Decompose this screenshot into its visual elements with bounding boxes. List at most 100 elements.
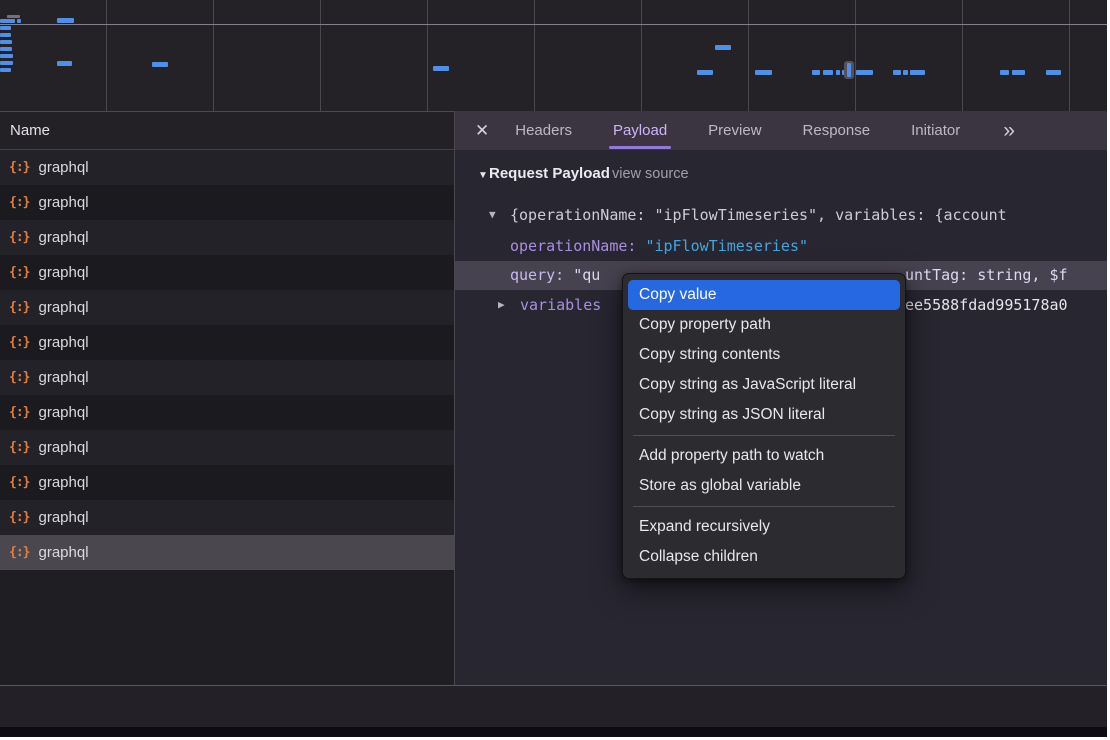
json-braces-icon: {:}	[9, 475, 29, 490]
json-braces-icon: {:}	[9, 335, 29, 350]
request-timing-bar	[0, 26, 11, 30]
expander-down-icon[interactable]: ▼	[489, 203, 496, 227]
menu-item-expand-recursively[interactable]: Expand recursively	[623, 512, 905, 542]
overview-gridline	[534, 0, 535, 111]
request-timing-bar	[1046, 70, 1061, 75]
request-row[interactable]: {:}graphql	[0, 395, 454, 430]
payload-preview-row[interactable]: ▼ {operationName: "ipFlowTimeseries", va…	[455, 203, 1107, 227]
menu-item-add-property-path-to-watch[interactable]: Add property path to watch	[623, 441, 905, 471]
request-timing-bar	[0, 33, 11, 37]
request-timing-bar	[57, 18, 74, 23]
request-timing-bar	[0, 40, 12, 44]
request-name: graphql	[38, 334, 88, 351]
overview-gridline	[855, 0, 856, 111]
request-row[interactable]: {:} graphql	[0, 360, 454, 395]
section-collapse-icon[interactable]: ▼	[478, 170, 488, 181]
json-braces-icon: {:}	[9, 545, 29, 560]
summary-bar	[0, 686, 1107, 727]
network-overview[interactable]	[0, 0, 1107, 111]
overview-gridline	[320, 0, 321, 111]
request-name: graphql	[38, 439, 88, 456]
tab-list: Headers Payload Preview Response Initiator	[515, 111, 1001, 150]
property-value: "ipFlowTimeseries"	[645, 237, 808, 255]
menu-item-copy-property-path[interactable]: Copy property path	[623, 310, 905, 340]
request-timing-bar	[0, 47, 12, 51]
request-timing-bar	[903, 70, 908, 75]
request-row[interactable]: {:} graphql	[0, 150, 454, 185]
property-value-fragment: ee5588fdad995178a0	[905, 293, 1068, 317]
request-name: graphql	[38, 194, 88, 211]
request-timing-bar	[0, 19, 15, 23]
json-braces-icon: {:}	[9, 160, 29, 175]
request-timing-bar	[1012, 70, 1025, 75]
overview-gridline	[427, 0, 428, 111]
request-name: graphql	[38, 264, 88, 281]
devtools-network-panel: Name ✕ Headers Payload Preview Response Init…	[0, 0, 1107, 737]
json-braces-icon: {:}	[9, 300, 29, 315]
menu-separator	[633, 506, 895, 507]
overview-gridline	[641, 0, 642, 111]
payload-preview-text: {operationName: "ipFlowTimeseries", vari…	[510, 203, 1007, 227]
overview-rule	[0, 24, 1107, 25]
close-icon[interactable]: ✕	[475, 121, 489, 141]
request-name: graphql	[38, 474, 88, 491]
overview-gridline	[962, 0, 963, 111]
request-name: graphql	[38, 299, 88, 316]
request-row[interactable]: {:}graphql	[0, 220, 454, 255]
json-braces-icon: {:}	[9, 370, 29, 385]
menu-item-store-as-global-variable[interactable]: Store as global variable	[623, 471, 905, 501]
tab-response[interactable]: Response	[803, 111, 871, 150]
request-timing-bar	[910, 70, 925, 75]
expander-right-icon[interactable]: ▶	[498, 293, 505, 317]
request-timing-bar	[715, 45, 731, 50]
overview-gridline	[106, 0, 107, 111]
request-list-empty-area	[0, 570, 454, 685]
request-timing-bar	[836, 70, 840, 75]
more-tabs-icon[interactable]: »	[1003, 120, 1015, 141]
view-source-link[interactable]: view source	[612, 166, 689, 182]
overview-gridline	[748, 0, 749, 111]
request-row[interactable]: {:} graphql	[0, 325, 454, 360]
operation-name-row[interactable]: operationName: "ipFlowTimeseries"	[455, 234, 1107, 258]
name-column-header[interactable]: Name	[0, 111, 454, 150]
request-timing-bar	[17, 19, 21, 23]
json-braces-icon: {:}	[9, 440, 29, 455]
request-timing-bar	[893, 70, 901, 75]
detail-tab-strip: ✕ Headers Payload Preview Response Initiator…	[455, 111, 1107, 150]
request-row[interactable]: {:} graphql	[0, 465, 454, 500]
request-timing-bar	[856, 70, 873, 75]
json-braces-icon: {:}	[9, 510, 29, 525]
json-braces-icon: {:}	[9, 195, 29, 210]
request-row[interactable]: {:} graphql	[0, 185, 454, 220]
request-row[interactable]: {:} graphql	[0, 255, 454, 290]
menu-item-copy-string-contents[interactable]: Copy string contents	[623, 340, 905, 370]
tab-initiator[interactable]: Initiator	[911, 111, 960, 150]
request-name: graphql	[38, 369, 88, 386]
selected-request-marker	[844, 61, 854, 79]
section-title: Request Payload	[489, 165, 610, 182]
json-braces-icon: {:}	[9, 265, 29, 280]
tab-preview[interactable]: Preview	[708, 111, 761, 150]
menu-item-copy-value[interactable]: Copy value	[628, 280, 900, 310]
json-braces-icon: {:}	[9, 405, 29, 420]
request-row[interactable]: {:}graphql	[0, 500, 454, 535]
menu-item-copy-string-as-javascript-literal[interactable]: Copy string as JavaScript literal	[623, 370, 905, 400]
overview-gridline	[1069, 0, 1070, 111]
request-row[interactable]: {:} graphql	[0, 290, 454, 325]
tab-payload[interactable]: Payload	[613, 111, 667, 150]
property-key: variables	[520, 293, 601, 317]
menu-item-copy-string-as-json-literal[interactable]: Copy string as JSON literal	[623, 400, 905, 430]
request-timing-bar	[0, 54, 13, 58]
property-value-fragment: untTag: string, $f	[905, 263, 1068, 287]
property-value-start: "qu	[573, 266, 600, 284]
request-name: graphql	[38, 159, 88, 176]
request-timing-bar	[0, 68, 11, 72]
request-row[interactable]: {:} graphql	[0, 430, 454, 465]
tab-headers[interactable]: Headers	[515, 111, 572, 150]
overview-gridline	[213, 0, 214, 111]
request-row[interactable]: {:}graphql	[0, 535, 454, 570]
menu-separator	[633, 435, 895, 436]
menu-item-collapse-children[interactable]: Collapse children	[623, 542, 905, 572]
devtools-window: Name ✕ Headers Payload Preview Response Init…	[0, 0, 1110, 740]
json-braces-icon: {:}	[9, 230, 29, 245]
